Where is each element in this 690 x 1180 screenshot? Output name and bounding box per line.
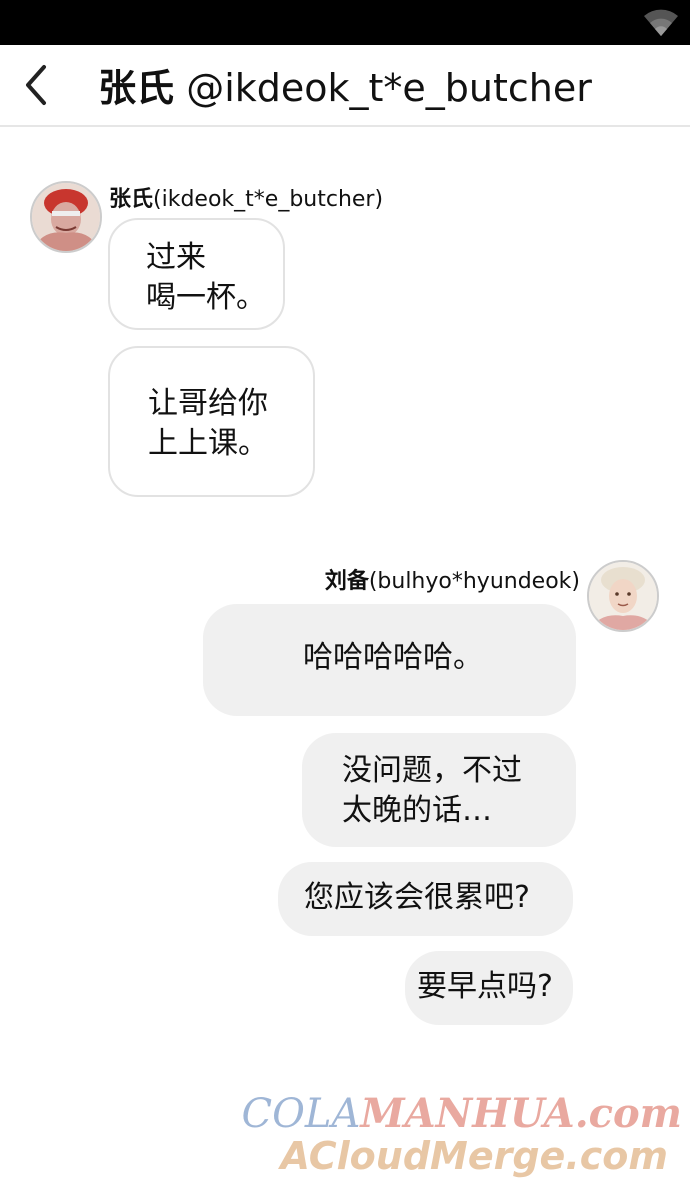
message-bubble: 没问题，不过 太晚的话… <box>302 733 576 847</box>
sender-name: 张氏 <box>109 187 154 212</box>
sender-handle: (bulhyo*hyundeok) <box>368 569 580 594</box>
sender-name: 刘备 <box>324 569 369 594</box>
watermark-line1: COLAMANHUA.com <box>242 1090 683 1137</box>
message-bubble: 哈哈哈哈哈。 <box>203 604 576 716</box>
message-bubble: 过来 喝一杯。 <box>108 218 285 330</box>
avatar-image <box>32 183 100 251</box>
sender-label-zhang: 张氏(ikdeok_t*e_butcher) <box>109 181 383 213</box>
message-text: 没问题，不过 太晚的话… <box>342 753 522 828</box>
watermark-line2: ACloudMerge.com <box>280 1134 668 1178</box>
avatar-liu[interactable] <box>587 560 659 632</box>
message-bubble: 您应该会很累吧? <box>278 862 573 936</box>
watermark-cola: COLA <box>241 1091 361 1137</box>
watermark-manhua: MANHUA.com <box>360 1090 682 1137</box>
sender-handle: (ikdeok_t*e_butcher) <box>153 187 384 212</box>
chat-header: 张氏 @ikdeok_t*e_butcher <box>0 45 690 127</box>
avatar-image <box>589 562 657 630</box>
chat-title: 张氏 @ikdeok_t*e_butcher <box>0 57 690 112</box>
status-bar <box>0 0 690 45</box>
message-text: 哈哈哈哈哈。 <box>303 640 483 675</box>
avatar-zhang[interactable] <box>30 181 102 253</box>
message-bubble: 要早点吗? <box>405 951 573 1025</box>
wifi-icon <box>644 9 678 36</box>
message-text: 过来 喝一杯。 <box>146 240 266 315</box>
message-text: 让哥给你 上上课。 <box>148 386 268 461</box>
chat-title-handle: @ikdeok_t*e_butcher <box>186 66 592 110</box>
chat-title-name: 张氏 <box>98 66 175 110</box>
message-text: 您应该会很累吧? <box>304 880 530 915</box>
message-text: 要早点吗? <box>417 969 553 1004</box>
message-bubble: 让哥给你 上上课。 <box>108 346 315 497</box>
sender-label-liu: 刘备(bulhyo*hyundeok) <box>325 563 580 595</box>
